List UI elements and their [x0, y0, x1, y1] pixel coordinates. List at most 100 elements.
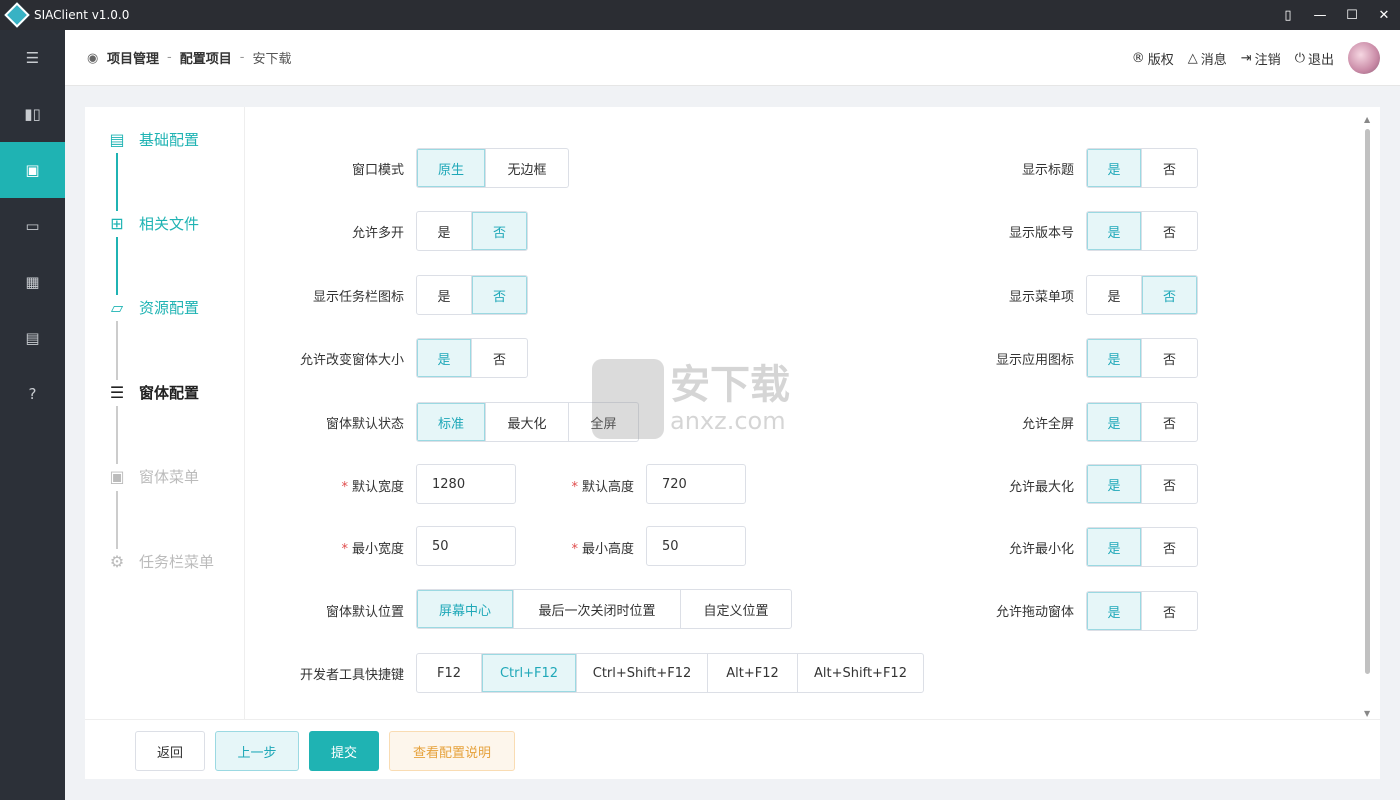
option-yes[interactable]: 是 [1087, 403, 1142, 441]
calendar-icon: ▦ [25, 273, 40, 291]
maximize-button[interactable]: ☐ [1336, 8, 1368, 23]
option-no[interactable]: 否 [1142, 149, 1197, 187]
option-yes[interactable]: 是 [1087, 528, 1142, 566]
option-no[interactable]: 否 [472, 339, 527, 377]
option-standard[interactable]: 标准 [417, 403, 486, 441]
option-ctrl-shift-f12[interactable]: Ctrl+Shift+F12 [577, 654, 708, 692]
exit-link[interactable]: ⏻ 退出 [1295, 49, 1334, 68]
breadcrumb-item-1[interactable]: 项目管理 [107, 48, 159, 67]
logout-icon: ⇥ [1240, 50, 1252, 66]
submit-button[interactable]: 提交 [309, 731, 379, 771]
option-custom[interactable]: 自定义位置 [681, 590, 791, 628]
option-no[interactable]: 否 [472, 276, 527, 314]
vertical-scrollbar[interactable]: ▲ ▼ [1364, 115, 1372, 719]
prev-step-button[interactable]: 上一步 [215, 731, 299, 771]
label-default-position: 窗体默认位置 [325, 605, 404, 620]
option-frameless[interactable]: 无边框 [486, 149, 568, 187]
option-yes[interactable]: 是 [1087, 339, 1142, 377]
minimize-button[interactable]: — [1304, 8, 1336, 23]
location-pin-icon: ◉ [87, 50, 99, 66]
bell-icon: △ [1187, 50, 1198, 66]
min-height-input[interactable]: 50 [646, 526, 746, 566]
option-no[interactable]: 否 [1142, 276, 1197, 314]
label-show-title: 显示标题 [1021, 163, 1074, 178]
option-yes[interactable]: 是 [1087, 149, 1142, 187]
close-button[interactable]: ✕ [1368, 8, 1400, 23]
step-taskbar-menu[interactable]: ⚙ 任务栏菜单 [105, 549, 214, 573]
option-no[interactable]: 否 [1142, 592, 1197, 630]
sidebar-item-help[interactable]: ? [0, 366, 65, 422]
seg-allow-resize: 是 否 [416, 338, 528, 378]
breadcrumb-item-2[interactable]: 配置项目 [180, 48, 232, 67]
seg-show-title: 是 否 [1086, 148, 1198, 188]
sidebar-item-calendar[interactable]: ▦ [0, 254, 65, 310]
label-allow-drag: 允许拖动窗体 [995, 605, 1074, 620]
title-bar: SIAClient v1.0.0 ▯ — ☐ ✕ [0, 0, 1400, 30]
board-icon: ▣ [25, 161, 40, 179]
doc-icon: ▤ [105, 127, 129, 151]
label-min-width: * 最小宽度 [341, 542, 404, 557]
label-min-height: * 最小高度 [571, 542, 634, 557]
seg-show-version: 是 否 [1086, 211, 1198, 251]
option-yes[interactable]: 是 [1087, 212, 1142, 250]
option-no[interactable]: 否 [1142, 339, 1197, 377]
view-help-button[interactable]: 查看配置说明 [389, 731, 515, 771]
logout-link[interactable]: ⇥ 注销 [1241, 49, 1281, 68]
menu-toggle-icon[interactable]: ☰ [0, 30, 65, 86]
sidebar: ☰ ▮▯ ▣ ▭ ▦ ▤ ? [0, 30, 65, 800]
sidebar-item-document[interactable]: ▤ [0, 310, 65, 366]
label-allow-maximize: 允许最大化 [1008, 480, 1074, 495]
scroll-down-icon[interactable]: ▼ [1364, 709, 1370, 718]
folder-icon: ▱ [105, 295, 129, 319]
avatar[interactable] [1348, 42, 1380, 74]
option-screen-center[interactable]: 屏幕中心 [417, 590, 514, 628]
label-show-menu: 显示菜单项 [1008, 290, 1074, 305]
sidebar-item-monitor[interactable]: ▭ [0, 198, 65, 254]
breadcrumb-item-3: 安下载 [252, 52, 292, 67]
option-ctrl-f12[interactable]: Ctrl+F12 [482, 654, 577, 692]
option-yes[interactable]: 是 [417, 339, 472, 377]
option-native[interactable]: 原生 [417, 149, 486, 187]
option-yes[interactable]: 是 [417, 276, 472, 314]
label-taskbar-icon: 显示任务栏图标 [312, 290, 404, 305]
power-icon: ⏻ [1294, 50, 1305, 66]
help-icon: ? [28, 385, 37, 403]
option-alt-shift-f12[interactable]: Alt+Shift+F12 [798, 654, 923, 692]
messages-link[interactable]: △ 消息 [1188, 49, 1227, 68]
option-no[interactable]: 否 [472, 212, 527, 250]
step-window-menu[interactable]: ▣ 窗体菜单 [105, 464, 199, 488]
step-window[interactable]: ☰ 窗体配置 [105, 380, 199, 404]
copyright-link[interactable]: ® 版权 [1132, 49, 1174, 68]
option-no[interactable]: 否 [1142, 212, 1197, 250]
min-width-input[interactable]: 50 [416, 526, 516, 566]
step-basic[interactable]: ▤ 基础配置 [105, 127, 199, 151]
option-yes[interactable]: 是 [1087, 592, 1142, 630]
seg-allow-maximize: 是 否 [1086, 464, 1198, 504]
option-f12[interactable]: F12 [417, 654, 482, 692]
label-default-width: * 默认宽度 [341, 480, 404, 495]
config-card: ▤ 基础配置 ⊞ 相关文件 ▱ 资源配置 ☰ 窗体配置 ▣ 窗体菜单 ⚙ 任务栏菜单 窗口模… [85, 107, 1380, 779]
option-yes[interactable]: 是 [1087, 465, 1142, 503]
option-no[interactable]: 否 [1142, 465, 1197, 503]
scroll-up-icon[interactable]: ▲ [1364, 115, 1370, 124]
sidebar-item-chart[interactable]: ▮▯ [0, 86, 65, 142]
option-no[interactable]: 否 [1142, 403, 1197, 441]
pin-icon[interactable]: ▯ [1272, 8, 1304, 23]
option-yes[interactable]: 是 [417, 212, 472, 250]
default-width-input[interactable]: 1280 [416, 464, 516, 504]
watermark-domain: anxz.com [670, 407, 786, 435]
seg-show-app-icon: 是 否 [1086, 338, 1198, 378]
option-last-closed[interactable]: 最后一次关闭时位置 [514, 590, 681, 628]
option-yes[interactable]: 是 [1087, 276, 1142, 314]
seg-allow-minimize: 是 否 [1086, 527, 1198, 567]
option-maximized[interactable]: 最大化 [486, 403, 569, 441]
option-no[interactable]: 否 [1142, 528, 1197, 566]
step-files[interactable]: ⊞ 相关文件 [105, 211, 199, 235]
step-resources[interactable]: ▱ 资源配置 [105, 295, 199, 319]
back-button[interactable]: 返回 [135, 731, 205, 771]
default-height-input[interactable]: 720 [646, 464, 746, 504]
option-alt-f12[interactable]: Alt+F12 [708, 654, 798, 692]
scrollbar-thumb[interactable] [1365, 129, 1370, 674]
seg-default-position: 屏幕中心 最后一次关闭时位置 自定义位置 [416, 589, 792, 629]
sidebar-item-projects[interactable]: ▣ [0, 142, 65, 198]
